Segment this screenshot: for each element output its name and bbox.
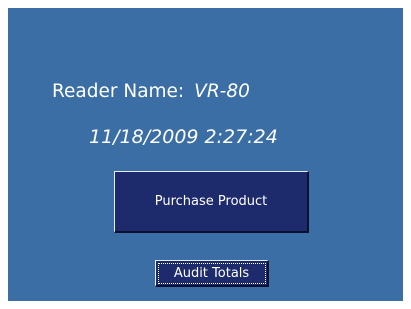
- datetime-display: 11/18/2009 2:27:24: [89, 126, 278, 148]
- reader-name-value: VR-80: [194, 81, 250, 102]
- purchase-product-label: Purchase Product: [154, 194, 268, 209]
- reader-name-label: Reader Name:: [52, 81, 185, 102]
- kiosk-screen: Reader Name: VR-80 11/18/2009 2:27:24 Pur…: [8, 8, 403, 301]
- audit-totals-button[interactable]: Audit Totals: [155, 260, 269, 287]
- audit-totals-label: Audit Totals: [173, 265, 250, 281]
- purchase-product-button[interactable]: Purchase Product: [114, 171, 309, 233]
- reader-name-row: Reader Name: VR-80: [52, 80, 250, 104]
